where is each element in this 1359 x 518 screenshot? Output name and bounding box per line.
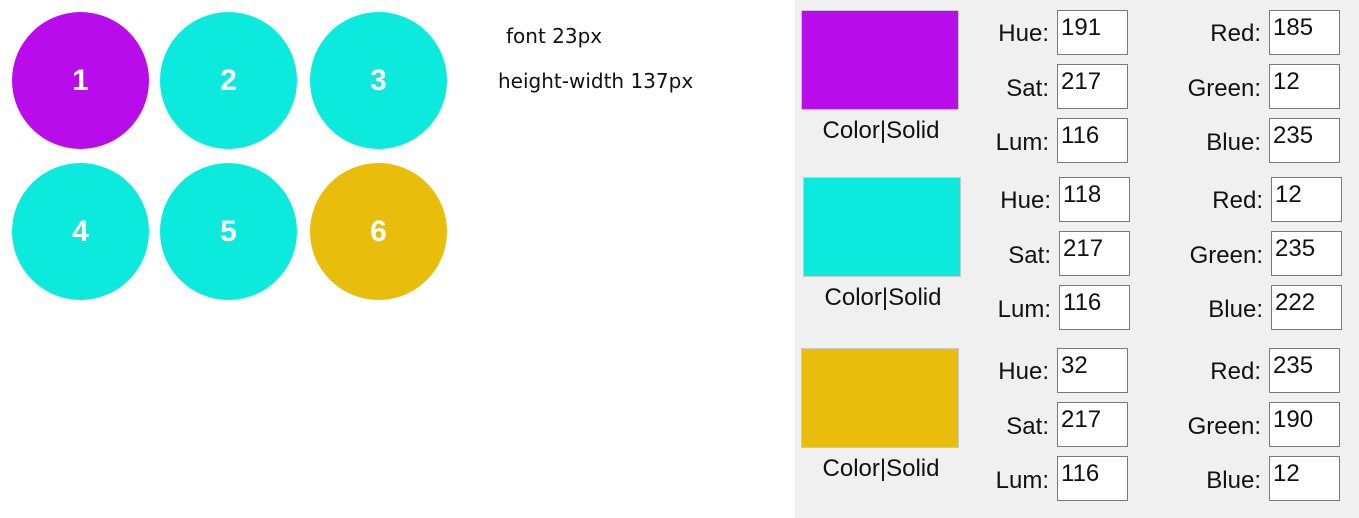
blue-label-2: Blue: — [1208, 296, 1263, 323]
red-field-1[interactable]: 185 — [1269, 10, 1340, 55]
sat-field-2[interactable]: 217 — [1059, 231, 1130, 276]
circle-1[interactable]: 1 — [12, 12, 149, 149]
blue-field-2[interactable]: 222 — [1271, 285, 1342, 330]
circle-3[interactable]: 3 — [310, 12, 447, 149]
lum-label-3: Lum: — [995, 467, 1049, 494]
green-field-2[interactable]: 235 — [1271, 231, 1342, 276]
lum-field-1[interactable]: 116 — [1057, 118, 1128, 163]
hue-label-1: Hue: — [998, 20, 1049, 47]
green-label-2: Green: — [1189, 242, 1263, 269]
swatch-label-2: Color|Solid — [824, 284, 942, 311]
lum-field-2[interactable]: 116 — [1059, 285, 1130, 330]
red-field-3[interactable]: 235 — [1269, 348, 1340, 393]
red-label-2: Red: — [1212, 187, 1263, 214]
blue-label-3: Blue: — [1206, 467, 1261, 494]
sat-label-3: Sat: — [1006, 413, 1049, 440]
green-field-3[interactable]: 190 — [1269, 402, 1340, 447]
red-label-1: Red: — [1210, 20, 1261, 47]
swatch-label-1: Color|Solid — [822, 117, 940, 144]
hue-field-2[interactable]: 118 — [1059, 177, 1130, 222]
blue-label-1: Blue: — [1206, 129, 1261, 156]
color-swatch-3[interactable] — [801, 348, 959, 448]
sat-field-3[interactable]: 217 — [1057, 402, 1128, 447]
circle-6[interactable]: 6 — [310, 163, 447, 300]
font-size-note: font 23px — [506, 24, 603, 48]
hue-label-3: Hue: — [998, 358, 1049, 385]
sat-field-1[interactable]: 217 — [1057, 64, 1128, 109]
color-swatch-1[interactable] — [801, 10, 959, 110]
hue-label-2: Hue: — [1000, 187, 1051, 214]
swatch-label-3: Color|Solid — [822, 455, 940, 482]
color-swatch-2[interactable] — [803, 177, 961, 277]
lum-label-1: Lum: — [995, 129, 1049, 156]
hue-field-3[interactable]: 32 — [1057, 348, 1128, 393]
hue-field-1[interactable]: 191 — [1057, 10, 1128, 55]
green-field-1[interactable]: 12 — [1269, 64, 1340, 109]
lum-field-3[interactable]: 116 — [1057, 456, 1128, 501]
size-note: height-width 137px — [498, 69, 694, 93]
blue-field-3[interactable]: 12 — [1269, 456, 1340, 501]
red-label-3: Red: — [1210, 358, 1261, 385]
sat-label-2: Sat: — [1008, 242, 1051, 269]
lum-label-2: Lum: — [997, 296, 1051, 323]
color-panel: Color|Solid Hue: 191 Sat: 217 Lum: 116 R… — [795, 0, 1359, 518]
circle-4[interactable]: 4 — [12, 163, 149, 300]
red-field-2[interactable]: 12 — [1271, 177, 1342, 222]
green-label-3: Green: — [1187, 413, 1261, 440]
circle-5[interactable]: 5 — [160, 163, 297, 300]
sat-label-1: Sat: — [1006, 75, 1049, 102]
green-label-1: Green: — [1187, 75, 1261, 102]
blue-field-1[interactable]: 235 — [1269, 118, 1340, 163]
circle-2[interactable]: 2 — [160, 12, 297, 149]
